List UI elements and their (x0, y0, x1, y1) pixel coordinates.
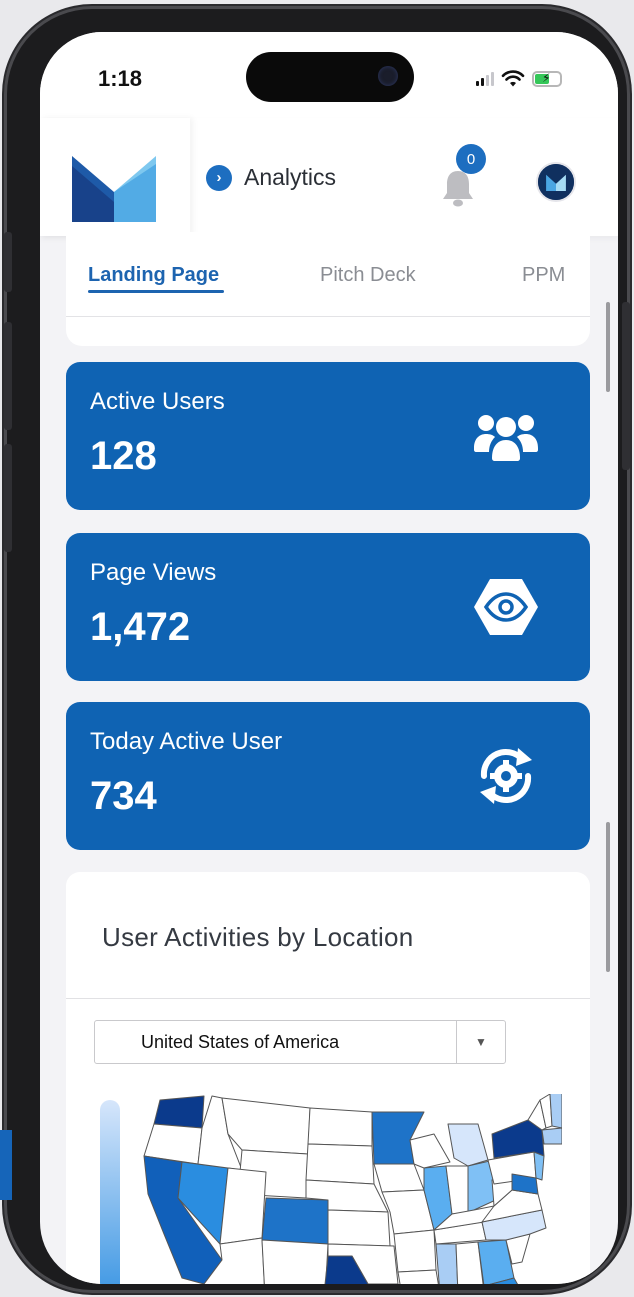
state-new-mexico (261, 1239, 329, 1284)
stat-card-active-users: Active Users 128 (66, 362, 590, 510)
stat-value: 1,472 (90, 605, 191, 649)
state-south-dakota (305, 1143, 375, 1185)
stat-label: Today Active User (90, 728, 283, 755)
state-maine (549, 1094, 562, 1129)
users-icon (474, 415, 538, 461)
tabs-card: Landing Page Pitch Deck PPM (66, 232, 590, 346)
volume-up-button (4, 322, 12, 430)
tab-landing-page[interactable]: Landing Page (88, 264, 219, 287)
scrollbar-thumb[interactable] (606, 822, 610, 972)
eye-icon (474, 579, 538, 635)
chevron-right-icon[interactable]: › (206, 164, 232, 191)
breadcrumb: › Analytics (206, 164, 336, 191)
battery-icon: ⚡ (532, 71, 562, 87)
state-utah (219, 1167, 267, 1245)
state-kansas (327, 1209, 391, 1247)
status-time: 1:18 (98, 66, 143, 91)
color-scale-legend (100, 1100, 120, 1284)
power-button (622, 302, 630, 470)
camera-icon (378, 66, 398, 86)
state-mississippi (435, 1243, 459, 1284)
phone-frame: 1:18 ⚡ › Analytics 0 Landing Page Pitch … (4, 6, 630, 1293)
stat-card-page-views: Page Views 1,472 (66, 533, 590, 681)
logo-container[interactable] (40, 118, 190, 236)
tab-bar: Landing Page Pitch Deck PPM (66, 232, 590, 317)
state-new-jersey (533, 1151, 545, 1181)
user-avatar[interactable] (536, 162, 576, 202)
tab-ppm[interactable]: PPM (522, 264, 565, 287)
location-map-card: User Activities by Location United State… (66, 872, 590, 1284)
state-montana (221, 1097, 311, 1155)
signal-icon (476, 72, 494, 86)
state-wisconsin (409, 1133, 451, 1169)
status-icons: ⚡ (476, 68, 562, 90)
state-louisiana (397, 1269, 439, 1284)
state-arkansas (393, 1229, 437, 1273)
refresh-gear-icon (480, 748, 532, 804)
app-header: › Analytics 0 (40, 118, 618, 236)
stat-card-today-active-user: Today Active User 734 (66, 702, 590, 850)
active-tab-indicator (88, 290, 224, 293)
dropdown-arrow-icon[interactable]: ▼ (456, 1021, 505, 1063)
stat-label: Page Views (90, 559, 217, 586)
tab-pitch-deck[interactable]: Pitch Deck (320, 264, 416, 287)
stat-label: Active Users (90, 388, 225, 415)
wifi-icon (501, 70, 525, 87)
state-colorado (261, 1197, 329, 1245)
state-michigan (447, 1123, 489, 1167)
avatar-logo-icon (538, 164, 574, 200)
state-washington (153, 1095, 205, 1129)
stat-value: 128 (90, 434, 157, 478)
scrollbar-thumb-top[interactable] (606, 302, 610, 392)
phone-screen: 1:18 ⚡ › Analytics 0 Landing Page Pitch … (40, 32, 618, 1284)
us-choropleth-map[interactable] (142, 1094, 562, 1284)
notification-badge: 0 (456, 144, 486, 174)
page-title: Analytics (244, 164, 337, 190)
stat-value: 734 (90, 774, 157, 818)
background-edge-accent (0, 1130, 12, 1200)
brand-logo-icon (72, 156, 156, 222)
divider (66, 998, 590, 999)
country-select-value: United States of America (141, 1032, 340, 1052)
notification-bell-icon[interactable] (440, 168, 476, 208)
state-massachusetts (541, 1127, 562, 1145)
country-select[interactable]: United States of America ▼ (94, 1020, 506, 1064)
volume-down-button (4, 444, 12, 552)
map-card-title: User Activities by Location (102, 922, 414, 952)
status-bar: 1:18 ⚡ (40, 32, 618, 118)
state-iowa (373, 1163, 425, 1193)
state-north-dakota (307, 1107, 373, 1147)
side-button (4, 232, 12, 292)
